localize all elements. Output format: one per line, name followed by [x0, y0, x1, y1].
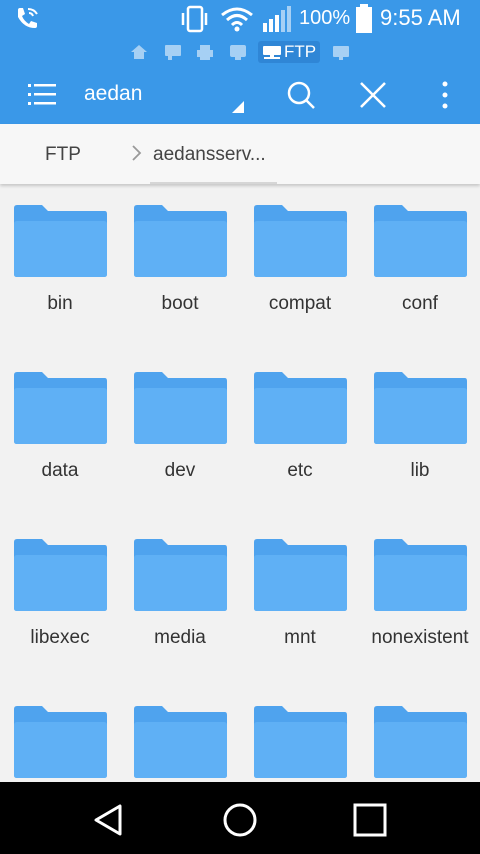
folder-label: libexec: [30, 627, 90, 648]
home-button[interactable]: [220, 800, 260, 840]
window-strip: FTP: [0, 38, 480, 66]
wifi-calling-icon: [14, 6, 42, 37]
vibrate-icon: [180, 5, 210, 38]
home-circle-icon: [223, 803, 257, 837]
folder-item[interactable]: libexec: [0, 520, 120, 687]
recent-apps-button[interactable]: [350, 800, 390, 840]
folder-icon: [372, 371, 468, 450]
clock: 9:55 AM: [380, 5, 461, 30]
page-title[interactable]: aedan: [84, 82, 142, 106]
toolbar: aedan: [0, 66, 480, 124]
recent-square-icon: [353, 803, 387, 837]
breadcrumb-root[interactable]: FTP: [45, 144, 81, 166]
folder-item[interactable]: nonexistent: [360, 520, 480, 687]
battery-percent: 100%: [299, 7, 351, 29]
folder-item[interactable]: lib: [360, 353, 480, 520]
folder-icon: [12, 371, 108, 450]
folder-icon: [252, 204, 348, 283]
folder-grid: bin boot compat conf data dev etc lib libexec med…: [0, 186, 480, 782]
folder-label: etc: [287, 460, 313, 481]
folder-icon: [372, 204, 468, 283]
navigation-bar: [0, 782, 480, 854]
folder-label: mnt: [284, 627, 316, 648]
back-button[interactable]: [90, 800, 130, 840]
folder-item[interactable]: [120, 687, 240, 782]
folder-label: conf: [402, 293, 438, 314]
folder-label: compat: [268, 293, 332, 314]
folder-icon: [372, 705, 468, 782]
printer-icon[interactable]: [196, 44, 214, 65]
back-triangle-icon: [94, 804, 122, 836]
folder-item[interactable]: compat: [240, 186, 360, 353]
network-icon[interactable]: [164, 44, 182, 65]
folder-item[interactable]: media: [120, 520, 240, 687]
folder-item[interactable]: [0, 687, 120, 782]
folder-item[interactable]: mnt: [240, 520, 360, 687]
more-options-button[interactable]: [430, 76, 460, 114]
wifi-share-icon[interactable]: [229, 44, 247, 65]
folder-item[interactable]: bin: [0, 186, 120, 353]
breadcrumb: FTP aedansserv...: [0, 124, 480, 184]
folder-item[interactable]: dev: [120, 353, 240, 520]
status-bar: 100% 9:55 AM: [0, 0, 480, 38]
folder-icon: [132, 705, 228, 782]
cast-icon[interactable]: [332, 44, 350, 65]
more-vert-icon: [442, 81, 448, 109]
ftp-window-tab[interactable]: FTP: [258, 41, 320, 63]
folder-icon: [372, 538, 468, 617]
folder-icon: [252, 371, 348, 450]
ftp-window-label: FTP: [284, 42, 317, 61]
battery-icon: [355, 4, 373, 39]
folder-icon: [132, 204, 228, 283]
folder-label: data: [41, 460, 79, 481]
dropdown-triangle-icon[interactable]: [232, 100, 244, 118]
folder-label: dev: [164, 460, 196, 481]
menu-button[interactable]: [22, 78, 62, 112]
folder-item[interactable]: conf: [360, 186, 480, 353]
folder-icon: [12, 538, 108, 617]
folder-label: boot: [161, 293, 199, 314]
folder-item[interactable]: [360, 687, 480, 782]
list-menu-icon: [28, 84, 56, 105]
search-icon: [287, 81, 315, 109]
folder-icon: [132, 538, 228, 617]
signal-icon: [262, 5, 294, 38]
folder-label: lib: [410, 460, 430, 481]
folder-item[interactable]: data: [0, 353, 120, 520]
close-icon: [360, 82, 386, 108]
folder-label: nonexistent: [371, 627, 469, 648]
folder-icon: [12, 705, 108, 782]
folder-item[interactable]: etc: [240, 353, 360, 520]
close-button[interactable]: [354, 76, 392, 114]
folder-icon: [252, 538, 348, 617]
breadcrumb-current[interactable]: aedansserv...: [153, 144, 278, 166]
folder-icon: [12, 204, 108, 283]
folder-item[interactable]: boot: [120, 186, 240, 353]
breadcrumb-underline: [150, 182, 277, 184]
chevron-right-icon: [128, 141, 144, 170]
search-button[interactable]: [282, 76, 320, 114]
folder-icon: [132, 371, 228, 450]
folder-item[interactable]: [240, 687, 360, 782]
ftp-icon: [262, 45, 282, 65]
folder-label: bin: [47, 293, 73, 314]
folder-icon: [252, 705, 348, 782]
home-icon[interactable]: [130, 44, 148, 65]
folder-label: media: [154, 627, 206, 648]
wifi-icon: [220, 6, 254, 37]
